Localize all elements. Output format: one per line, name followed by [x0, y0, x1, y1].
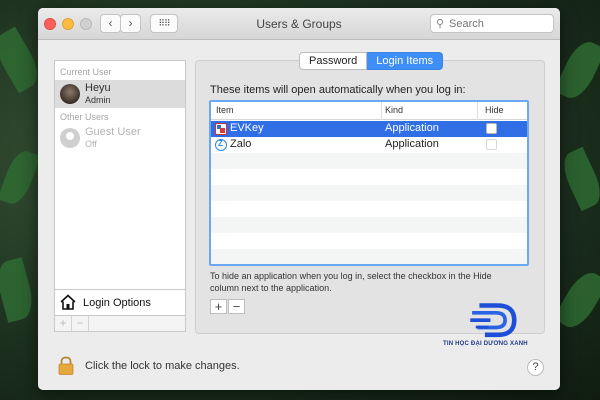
brand-watermark-text: TIN HỌC ĐẠI DƯƠNG XANH [443, 341, 528, 347]
lock-message[interactable]: Click the lock to make changes. [85, 360, 240, 372]
add-user-button[interactable]: + [55, 316, 72, 331]
item-kind: Application [385, 138, 439, 150]
remove-user-button[interactable]: − [72, 316, 89, 331]
item-name: EVKey [230, 122, 264, 134]
users-sidebar: Current User Heyu Admin Other Users Gues… [54, 60, 186, 290]
title-bar: ‹ › ⠿⠿ Users & Groups ⚲ [38, 8, 560, 40]
zalo-app-icon [215, 139, 227, 151]
column-header-kind[interactable]: Kind [385, 105, 403, 115]
table-header: Item Kind Hide [211, 102, 527, 120]
avatar [60, 84, 80, 104]
user-name: Guest User [85, 126, 141, 138]
column-header-hide[interactable]: Hide [485, 105, 504, 115]
guest-avatar-icon [60, 128, 80, 148]
login-options-item[interactable]: Login Options [54, 289, 186, 316]
user-row-heyu[interactable]: Heyu Admin [55, 80, 185, 108]
empty-row [211, 233, 527, 249]
user-role: Off [85, 139, 97, 149]
tab-password[interactable]: Password [299, 52, 368, 70]
search-icon: ⚲ [436, 18, 445, 30]
evkey-app-icon [215, 123, 227, 135]
login-options-label: Login Options [83, 297, 151, 309]
empty-row [211, 249, 527, 264]
hide-hint-text: To hide an application when you log in, … [210, 271, 492, 293]
column-divider [477, 102, 478, 120]
tab-login-items[interactable]: Login Items [367, 52, 444, 70]
empty-row [211, 169, 527, 185]
search-input[interactable] [449, 16, 549, 31]
empty-row [211, 201, 527, 217]
user-role: Admin [85, 95, 111, 105]
user-row-guest[interactable]: Guest User Off [55, 124, 185, 152]
house-icon [60, 294, 76, 310]
table-row[interactable]: Zalo Application [211, 137, 527, 153]
column-header-item[interactable]: Item [216, 105, 234, 115]
lock-icon[interactable] [58, 356, 74, 375]
user-name: Heyu [85, 82, 111, 94]
help-button[interactable]: ? [527, 359, 544, 376]
sidebar-buttons: + − [54, 316, 186, 332]
hide-checkbox[interactable] [486, 139, 497, 150]
add-login-item-button[interactable]: + [210, 299, 227, 314]
column-divider [381, 102, 382, 120]
login-items-intro: These items will open automatically when… [210, 84, 466, 96]
search-field[interactable]: ⚲ [430, 14, 554, 33]
remove-login-item-button[interactable]: − [228, 299, 245, 314]
other-users-header: Other Users [60, 112, 109, 122]
brand-logo-icon [470, 303, 517, 338]
table-row[interactable]: EVKey Application [211, 121, 527, 137]
login-items-table[interactable]: Item Kind Hide EVKey Application Zalo Ap… [209, 100, 529, 266]
current-user-header: Current User [60, 67, 112, 77]
hide-checkbox[interactable] [486, 123, 497, 134]
item-name: Zalo [230, 138, 252, 150]
tab-bar: Password Login Items [299, 52, 444, 70]
empty-row [211, 185, 527, 201]
empty-row [211, 217, 527, 233]
item-kind: Application [385, 122, 439, 134]
empty-row [211, 153, 527, 169]
